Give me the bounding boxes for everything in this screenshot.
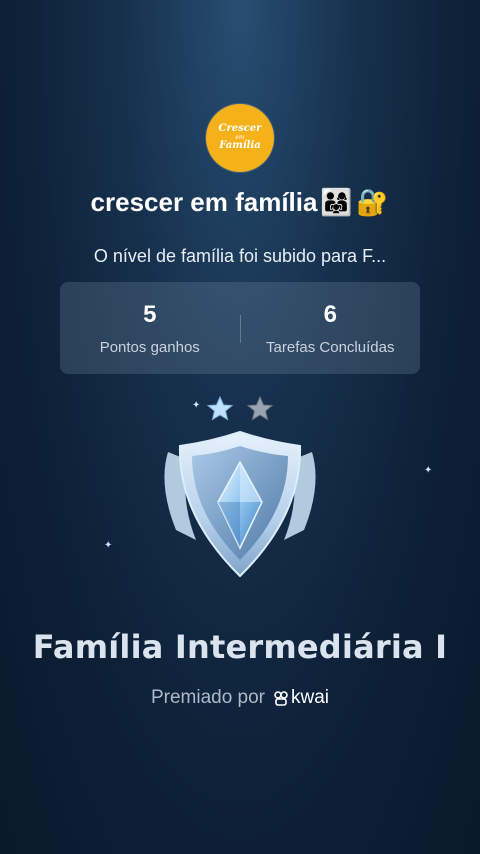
kwai-logo-icon	[274, 691, 288, 706]
sparkle-icon: ✦	[424, 465, 433, 476]
awarded-by-label: Premiado por	[150, 687, 266, 708]
logo-line-3: Família	[219, 140, 261, 152]
group-title: crescer em família 👨‍👩‍👧 🔐	[0, 187, 480, 218]
star-empty-icon	[246, 395, 274, 421]
stat-tasks: 6 Tarefas Concluídas	[241, 282, 421, 374]
stat-tasks-value: 6	[323, 300, 337, 328]
level-badge	[150, 390, 330, 590]
level-up-message: O nível de família foi subido para F...	[93, 246, 387, 266]
group-avatar-logo: Crescer em Família	[206, 104, 274, 172]
kwai-brand: kwai	[273, 687, 329, 709]
shield-badge-icon	[164, 395, 316, 578]
stat-tasks-label: Tarefas Concluídas	[266, 338, 395, 356]
sparkle-icon: ✦	[104, 540, 113, 551]
family-emoji-icon: 👨‍👩‍👧	[320, 187, 353, 217]
group-title-text: crescer em família	[90, 187, 318, 217]
stat-points-label: Pontos ganhos	[99, 338, 200, 356]
awarded-by: Premiado por kwai	[0, 687, 480, 709]
lock-key-emoji-icon: 🔐	[356, 187, 389, 217]
level-name: Família Intermediária I	[32, 628, 448, 666]
stat-points: 5 Pontos ganhos	[60, 282, 240, 374]
kwai-brand-text: kwai	[291, 687, 330, 708]
stats-card: 5 Pontos ganhos 6 Tarefas Concluídas	[60, 282, 420, 374]
stat-points-value: 5	[143, 300, 157, 328]
star-filled-icon	[206, 395, 234, 421]
